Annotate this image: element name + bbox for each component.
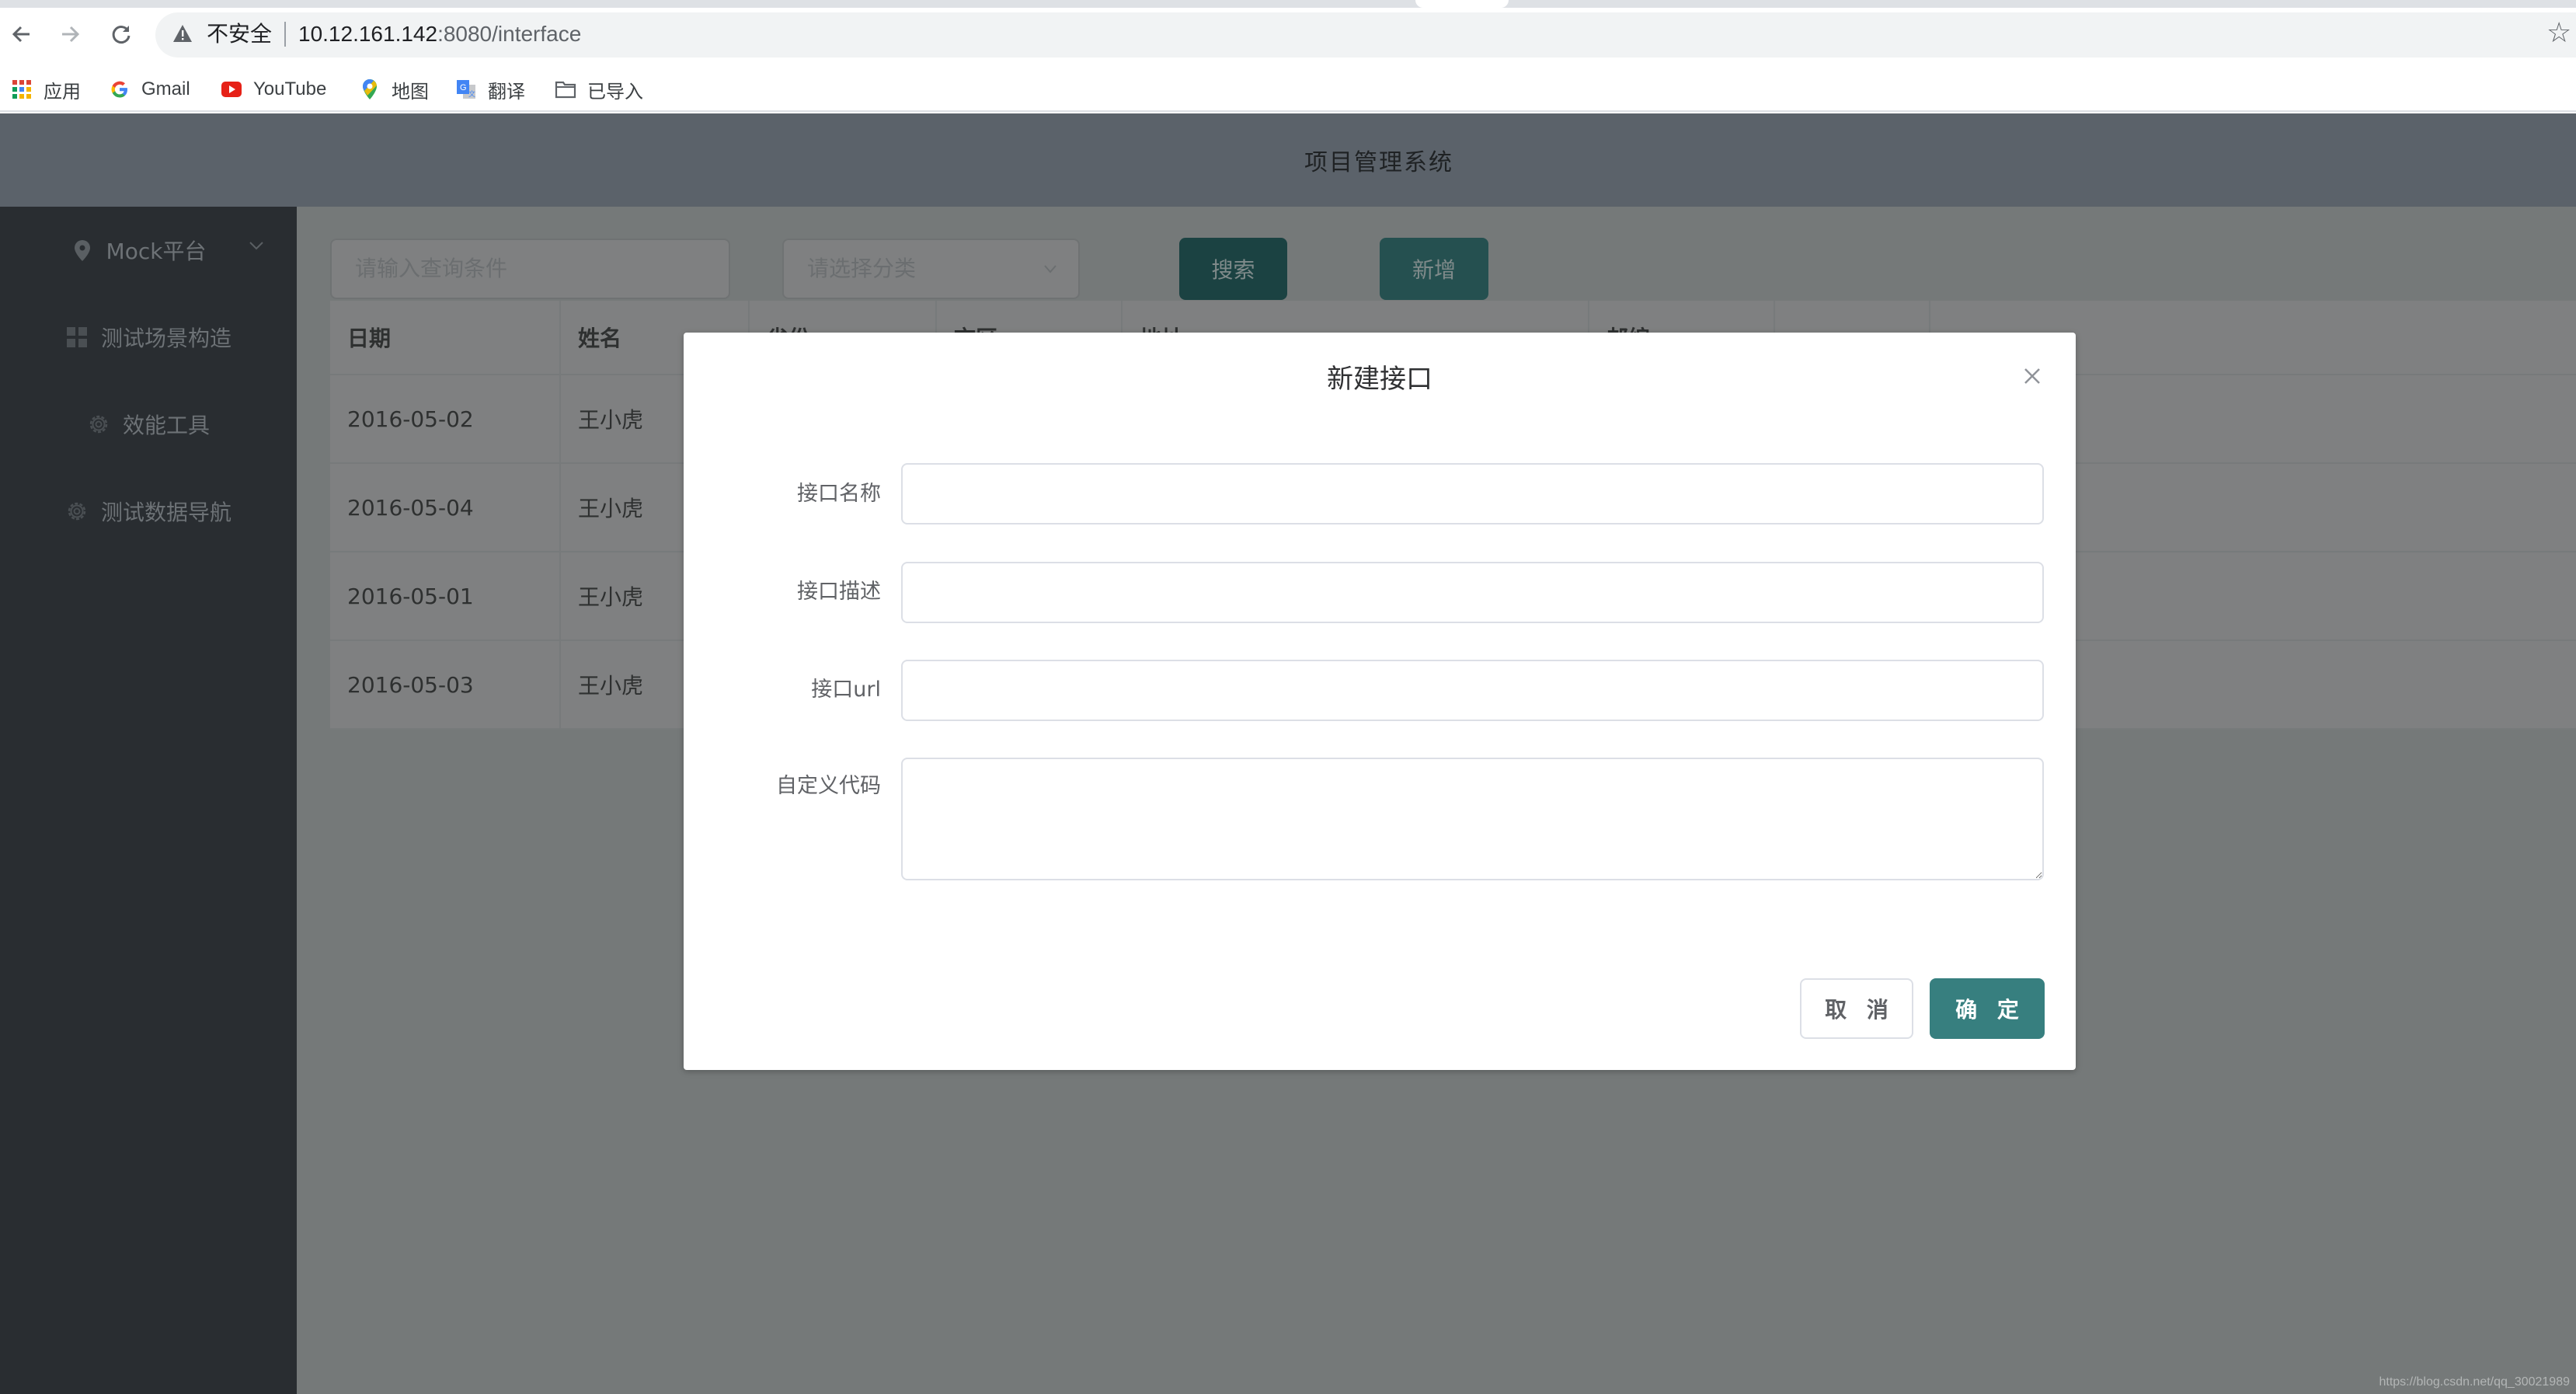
bookmark-label: 地图 xyxy=(392,81,429,103)
url-separator xyxy=(284,22,286,47)
cell-date: 2016-05-01 xyxy=(330,552,561,641)
url-text[interactable]: 10.12.161.142:8080/interface xyxy=(298,17,581,51)
folder-icon xyxy=(555,81,576,99)
tab-strip xyxy=(0,0,2576,8)
sidebar-item-label: Mock平台 xyxy=(106,239,207,264)
cell-date: 2016-05-02 xyxy=(330,375,561,464)
bookmark-label: YouTube xyxy=(253,78,327,99)
maps-pin-icon xyxy=(363,79,377,99)
cancel-button[interactable]: 取 消 xyxy=(1800,978,1913,1039)
forward-button[interactable] xyxy=(54,19,85,50)
app-title: 项目管理系统 xyxy=(1304,149,1453,176)
warning-icon xyxy=(173,25,192,42)
custom-code-textarea[interactable] xyxy=(901,758,2044,880)
close-icon[interactable] xyxy=(2018,362,2046,390)
active-tab-edge[interactable] xyxy=(1415,0,1509,8)
sidebar-item-test-data-nav[interactable]: 测试数据导航 xyxy=(0,468,297,555)
bookmark-youtube[interactable]: YouTube xyxy=(221,68,326,110)
bookmark-maps[interactable]: 地图 xyxy=(359,68,429,110)
cell-date: 2016-05-04 xyxy=(330,464,561,552)
category-select[interactable]: 请选择分类 xyxy=(782,239,1080,299)
sidebar-item-test-scenario[interactable]: 测试场景构造 xyxy=(0,294,297,381)
url-path: :8080/interface xyxy=(437,22,582,46)
interface-desc-input[interactable] xyxy=(901,562,2044,623)
table-header-cell: 日期 xyxy=(330,301,561,375)
interface-name-input[interactable] xyxy=(901,463,2044,524)
interface-url-label: 接口url xyxy=(811,678,881,702)
bookmark-gmail[interactable]: Gmail xyxy=(109,68,190,110)
sidebar-item-label: 测试场景构造 xyxy=(100,326,231,351)
bookmark-label: 应用 xyxy=(44,81,81,103)
interface-url-input[interactable] xyxy=(901,660,2044,721)
gear-icon xyxy=(68,502,86,521)
sidebar-item-efficiency-tools[interactable]: 效能工具 xyxy=(0,381,297,468)
svg-text:文: 文 xyxy=(468,89,475,98)
location-pin-icon xyxy=(74,240,90,261)
dialog-title: 新建接口 xyxy=(1327,364,1432,395)
chevron-down-icon[interactable] xyxy=(247,236,266,255)
bookmark-folder-imported[interactable]: 已导入 xyxy=(555,68,643,110)
forward-icon xyxy=(62,26,80,43)
confirm-button[interactable]: 确 定 xyxy=(1930,978,2045,1039)
sidebar-item-label: 测试数据导航 xyxy=(100,500,231,525)
search-button[interactable]: 搜索 xyxy=(1179,238,1287,300)
add-button[interactable]: 新增 xyxy=(1380,238,1488,300)
interface-name-label: 接口名称 xyxy=(797,482,881,506)
reload-button[interactable] xyxy=(106,19,137,50)
google-icon xyxy=(111,81,127,98)
bookmark-label: Gmail xyxy=(141,78,190,99)
bookmark-apps[interactable]: 应用 xyxy=(11,68,81,110)
back-button[interactable] xyxy=(6,19,37,50)
security-status[interactable]: 不安全 xyxy=(207,17,272,51)
youtube-icon xyxy=(221,82,242,97)
cell-date: 2016-05-03 xyxy=(330,641,561,730)
url-host: 10.12.161.142 xyxy=(298,22,438,46)
bookmark-star-icon[interactable]: ☆ xyxy=(2546,19,2576,48)
translate-icon: G文 xyxy=(457,80,475,99)
interface-desc-label: 接口描述 xyxy=(797,580,881,604)
gear-icon xyxy=(89,415,108,434)
custom-code-label: 自定义代码 xyxy=(776,774,881,798)
sidebar-item-label: 效能工具 xyxy=(122,413,210,438)
grid-icon xyxy=(66,327,87,347)
bookmark-label: 已导入 xyxy=(587,81,643,103)
bookmark-translate[interactable]: G文 翻译 xyxy=(455,68,525,110)
svg-text:G: G xyxy=(460,83,467,92)
reload-icon xyxy=(112,26,131,44)
chevron-down-icon xyxy=(1044,265,1057,274)
watermark: https://blog.csdn.net/qq_30021989 xyxy=(2379,1375,2570,1389)
back-icon xyxy=(12,26,30,43)
bookmark-label: 翻译 xyxy=(488,81,525,103)
apps-grid-icon xyxy=(12,80,31,99)
search-input[interactable]: 请输入查询条件 xyxy=(330,239,730,299)
